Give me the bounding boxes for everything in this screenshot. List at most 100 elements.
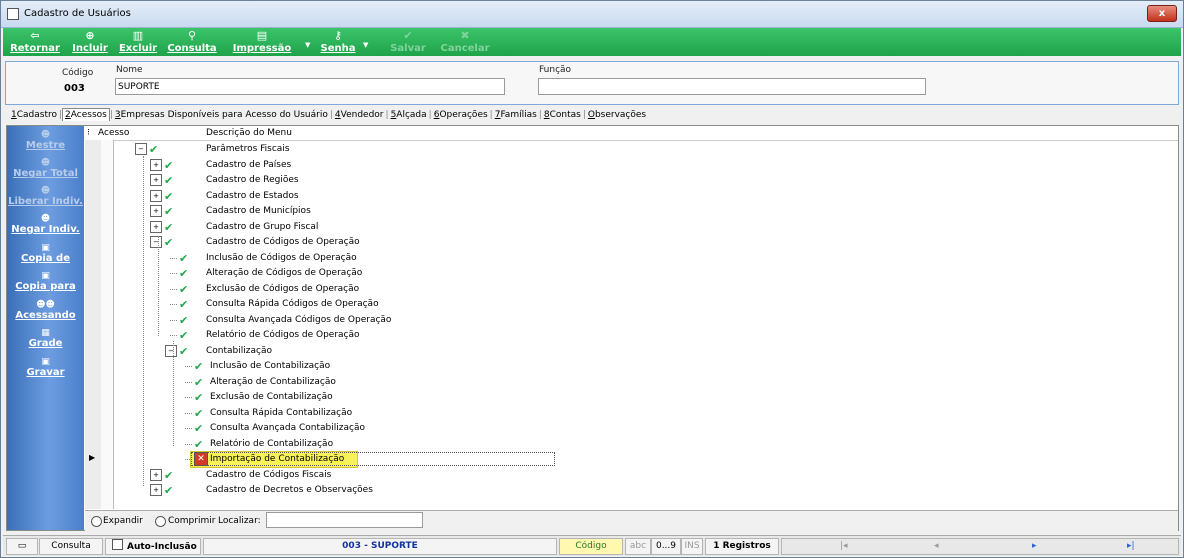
tree-row[interactable]: ✔ Inclusão de Códigos de Operação [85, 251, 1178, 267]
tab-6[interactable]: 6 Operações [432, 109, 490, 121]
sidebar-item-0[interactable]: ☻ Mestre [7, 130, 84, 151]
collapse-icon[interactable]: − [150, 236, 162, 248]
impressao-dropdown-icon[interactable]: ▼ [305, 41, 310, 49]
senha-button[interactable]: ⚷ Senha [317, 30, 359, 55]
tree-row[interactable]: − ✔ Contabilização [85, 344, 1178, 360]
tree-row[interactable]: ✔ Alteração de Contabilização [85, 375, 1178, 391]
tab-7[interactable]: 7 Famílias [493, 109, 539, 121]
tree-row[interactable]: ✔ Exclusão de Códigos de Operação [85, 282, 1178, 298]
access-granted-icon[interactable]: ✔ [194, 376, 203, 389]
sidebar-item-1[interactable]: ☻ Negar Total [7, 158, 84, 179]
sidebar-item-4[interactable]: ▣ Copia de [7, 243, 84, 264]
auto-inclusao-checkbox[interactable] [112, 539, 123, 550]
access-granted-icon[interactable]: ✔ [164, 484, 173, 497]
tree-row[interactable]: ✔ Exclusão de Contabilização [85, 390, 1178, 406]
access-granted-icon[interactable]: ✔ [194, 391, 203, 404]
access-granted-icon[interactable]: ✔ [194, 422, 203, 435]
tree-row[interactable]: ✕ ▶ Importação de Contabilização [85, 451, 1178, 468]
access-granted-icon[interactable]: ✔ [149, 143, 158, 156]
first-record-icon[interactable]: |◂ [840, 539, 848, 554]
collapse-icon[interactable]: − [165, 344, 177, 357]
tab-1[interactable]: 1 Cadastro [9, 109, 59, 121]
tree-row[interactable]: + ✔ Cadastro de Códigos Fiscais [85, 468, 1178, 484]
tab-4[interactable]: 4 Vendedor [333, 109, 386, 121]
column-acesso[interactable]: Acesso [98, 128, 129, 138]
salvar-button[interactable]: ✔ Salvar [387, 30, 429, 55]
tree-row[interactable]: + ✔ Cadastro de Municípios [85, 204, 1178, 220]
expandir-radio[interactable] [91, 516, 102, 527]
last-record-icon[interactable]: ▸| [1127, 539, 1135, 554]
tab-3[interactable]: 3 Empresas Disponíveis para Acesso do Us… [113, 109, 330, 121]
access-granted-icon[interactable]: ✔ [179, 267, 188, 280]
access-tree-grid[interactable]: ⁝ Acesso Descrição do Menu − ✔ Parâmetros … [85, 126, 1178, 509]
funcao-field[interactable] [538, 78, 926, 95]
tree-row[interactable]: ✔ Consulta Rápida Contabilização [85, 406, 1178, 422]
tree-row[interactable]: − ✔ Parâmetros Fiscais [85, 142, 1178, 158]
tree-row[interactable]: ✔ Consulta Avançada Códigos de Operação [85, 313, 1178, 329]
consulta-button[interactable]: ⚲ Consulta [167, 30, 217, 55]
expand-icon[interactable]: + [150, 220, 162, 233]
access-granted-icon[interactable]: ✔ [179, 345, 188, 358]
tree-row[interactable]: + ✔ Cadastro de Decretos e Observações [85, 483, 1178, 499]
excluir-button[interactable]: ▥ Excluir [117, 30, 159, 55]
sidebar-item-5[interactable]: ▣ Copia para [7, 271, 84, 292]
access-denied-icon[interactable]: ✕ [194, 452, 208, 466]
access-granted-icon[interactable]: ✔ [194, 438, 203, 451]
tab-5[interactable]: 5 Alçada [389, 109, 429, 121]
access-granted-icon[interactable]: ✔ [164, 236, 173, 249]
tree-row[interactable]: ✔ Relatório de Códigos de Operação [85, 328, 1178, 344]
tree-row[interactable]: ✔ Inclusão de Contabilização [85, 359, 1178, 375]
impressao-button[interactable]: ▤ Impressão [231, 30, 293, 55]
expand-icon[interactable]: + [150, 205, 162, 217]
tree-row[interactable]: ✔ Relatório de Contabilização [85, 437, 1178, 453]
auto-inclusao-toggle[interactable]: Auto-Inclusão [105, 538, 201, 555]
close-button[interactable]: x [1147, 5, 1177, 22]
cancelar-button[interactable]: ✖ Cancelar [439, 30, 491, 55]
expand-icon[interactable]: + [150, 189, 162, 202]
sidebar-item-3[interactable]: ☻ Negar Indiv. [7, 214, 84, 235]
expand-icon[interactable]: + [150, 174, 162, 186]
tree-row[interactable]: + ✔ Cadastro de Regiões [85, 173, 1178, 189]
tree-row[interactable]: ✔ Consulta Rápida Códigos de Operação [85, 297, 1178, 313]
incluir-button[interactable]: ⊕ Incluir [69, 30, 111, 55]
access-granted-icon[interactable]: ✔ [164, 469, 173, 482]
sidebar-item-2[interactable]: ☻ Liberar Indiv. [7, 186, 84, 207]
tree-row[interactable]: ✔ Alteração de Códigos de Operação [85, 266, 1178, 282]
nome-field[interactable]: SUPORTE [115, 78, 505, 95]
sidebar-item-8[interactable]: ▣ Gravar [7, 357, 84, 378]
access-granted-icon[interactable]: ✔ [194, 407, 203, 420]
tree-row[interactable]: + ✔ Cadastro de Países [85, 158, 1178, 174]
access-granted-icon[interactable]: ✔ [179, 329, 188, 342]
access-granted-icon[interactable]: ✔ [164, 174, 173, 187]
tab-9[interactable]: Observações [586, 109, 648, 121]
localizar-input[interactable] [266, 512, 423, 528]
access-granted-icon[interactable]: ✔ [179, 252, 188, 265]
tab-2[interactable]: 2 Acessos [62, 108, 110, 121]
tab-8[interactable]: 8 Contas [542, 109, 583, 121]
tree-row[interactable]: + ✔ Cadastro de Estados [85, 189, 1178, 205]
access-granted-icon[interactable]: ✔ [179, 283, 188, 296]
tree-row[interactable]: − ✔ Cadastro de Códigos de Operação [85, 235, 1178, 251]
prev-record-icon[interactable]: ◂ [934, 539, 939, 554]
tree-row[interactable]: + ✔ Cadastro de Grupo Fiscal [85, 220, 1178, 236]
column-descricao[interactable]: Descrição do Menu [206, 128, 292, 138]
retornar-button[interactable]: ⇦ Retornar [9, 30, 61, 55]
sidebar-item-6[interactable]: ☻☻ Acessando [7, 300, 84, 321]
access-granted-icon[interactable]: ✔ [194, 360, 203, 373]
expand-icon[interactable]: + [150, 158, 162, 171]
sidebar-item-7[interactable]: ▦ Grade [7, 328, 84, 349]
collapse-icon[interactable]: − [135, 143, 147, 155]
expand-icon[interactable]: + [150, 484, 162, 496]
access-granted-icon[interactable]: ✔ [164, 190, 173, 203]
next-record-icon[interactable]: ▸ [1032, 539, 1037, 554]
comprimir-radio[interactable] [155, 516, 166, 527]
access-granted-icon[interactable]: ✔ [164, 221, 173, 234]
access-granted-icon[interactable]: ✔ [164, 159, 173, 172]
column-options-icon[interactable]: ⁝ [87, 128, 90, 138]
expand-icon[interactable]: + [150, 468, 162, 481]
access-granted-icon[interactable]: ✔ [164, 205, 173, 218]
tree-row[interactable]: ✔ Consulta Avançada Contabilização [85, 421, 1178, 437]
access-granted-icon[interactable]: ✔ [179, 298, 188, 311]
access-granted-icon[interactable]: ✔ [179, 314, 188, 327]
senha-dropdown-icon[interactable]: ▼ [363, 41, 368, 49]
